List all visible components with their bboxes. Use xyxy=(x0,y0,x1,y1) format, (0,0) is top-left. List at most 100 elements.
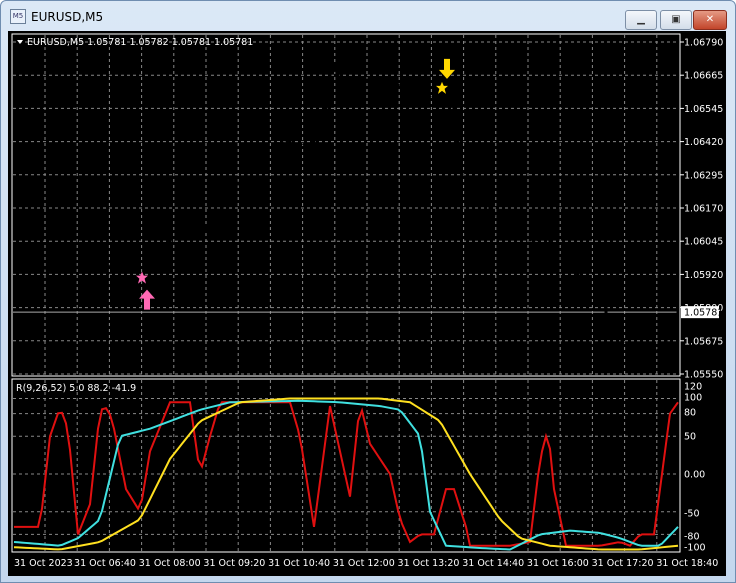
candle xyxy=(324,88,328,120)
candle xyxy=(452,97,456,136)
candle xyxy=(416,95,420,99)
candle xyxy=(632,346,636,349)
candle xyxy=(472,186,476,193)
candle xyxy=(292,144,296,147)
collapse-triangle-icon[interactable] xyxy=(17,40,23,44)
candle xyxy=(192,235,196,238)
chart-svg[interactable]: 1.06790 1.06665 1.06545 1.06420 1.06295 1.061… xyxy=(0,0,736,583)
candle xyxy=(616,328,620,336)
time-axis-label: 31 Oct 13:20 xyxy=(398,558,460,569)
candle xyxy=(252,166,256,168)
candle xyxy=(372,80,376,83)
candle xyxy=(444,94,448,98)
time-axis-label: 31 Oct 17:20 xyxy=(592,558,654,569)
candle xyxy=(488,205,492,212)
candle xyxy=(344,89,348,99)
candle xyxy=(504,224,508,229)
candle xyxy=(548,239,552,244)
indicator-axis-label: 0.00 xyxy=(684,470,705,481)
candle xyxy=(544,238,548,240)
candle xyxy=(124,264,128,266)
indicator-axis-label: -80 xyxy=(684,532,700,543)
time-axis-label: 31 Oct 12:00 xyxy=(333,558,395,569)
price-axis-label: 1.06665 xyxy=(684,71,723,82)
candle xyxy=(336,71,340,82)
candle xyxy=(408,93,412,97)
candle xyxy=(308,143,312,145)
candle xyxy=(348,91,352,99)
price-axis-label: 1.06045 xyxy=(684,237,723,248)
candle xyxy=(80,265,84,267)
candle xyxy=(492,211,496,217)
time-axis-label: 31 Oct 09:20 xyxy=(203,558,265,569)
candle xyxy=(52,267,56,270)
candle xyxy=(272,144,276,153)
candle xyxy=(572,268,576,272)
candle xyxy=(392,83,396,87)
candle xyxy=(420,97,424,99)
indicator-axis-label: 120 xyxy=(684,382,702,393)
candle xyxy=(628,341,632,349)
candle xyxy=(480,195,484,200)
candle xyxy=(620,335,624,343)
candle xyxy=(672,322,676,328)
candle xyxy=(316,137,320,141)
candle xyxy=(36,265,40,267)
main-pane-border xyxy=(11,33,681,377)
candle xyxy=(564,259,568,268)
candle xyxy=(104,264,108,266)
candle xyxy=(264,154,268,158)
candle xyxy=(648,359,652,361)
candle xyxy=(644,356,648,360)
candle xyxy=(284,140,288,142)
candle xyxy=(664,337,668,347)
candle xyxy=(128,261,132,265)
candle xyxy=(456,135,460,173)
candle xyxy=(532,240,536,242)
candle xyxy=(196,237,200,239)
candle xyxy=(448,97,452,99)
candle xyxy=(288,140,292,145)
candle xyxy=(612,320,616,329)
time-axis-label: 31 Oct 16:00 xyxy=(527,558,589,569)
candle xyxy=(568,267,572,269)
price-axis-label: 1.06790 xyxy=(684,38,723,49)
candle xyxy=(320,119,324,138)
candle xyxy=(40,265,44,269)
candle xyxy=(528,240,532,242)
candle xyxy=(400,87,404,94)
candle xyxy=(144,261,148,263)
price-axis-label: 1.06170 xyxy=(684,204,723,215)
candle xyxy=(312,140,316,144)
candle xyxy=(56,266,60,268)
candle xyxy=(164,242,168,244)
candle xyxy=(148,255,152,262)
candle xyxy=(260,157,264,163)
candle xyxy=(256,162,260,167)
candle xyxy=(576,271,580,279)
candle xyxy=(152,254,156,256)
candle xyxy=(28,263,32,265)
candle xyxy=(84,265,88,267)
candle xyxy=(552,243,556,251)
price-axis-label: 1.06420 xyxy=(684,137,723,148)
candle xyxy=(592,290,596,293)
time-axis-label: 31 Oct 18:40 xyxy=(656,558,718,569)
indicator-axis-label: -100 xyxy=(684,543,706,554)
candle xyxy=(560,253,564,260)
candle xyxy=(380,80,384,82)
candle xyxy=(524,239,528,241)
candle xyxy=(68,267,72,271)
candle xyxy=(176,238,180,240)
candle xyxy=(100,264,104,266)
indicator-axis-label: 100 xyxy=(684,393,702,404)
candle xyxy=(608,313,612,321)
candle xyxy=(24,264,28,266)
price-axis-label: 1.06295 xyxy=(684,170,723,181)
symbol-header: EURUSD,M5 1.05781 1.05782 1.05781 1.0578… xyxy=(27,37,253,48)
candle xyxy=(476,192,480,196)
candle xyxy=(640,353,644,357)
candle xyxy=(168,237,172,243)
candle xyxy=(360,78,364,85)
candle xyxy=(220,201,224,209)
